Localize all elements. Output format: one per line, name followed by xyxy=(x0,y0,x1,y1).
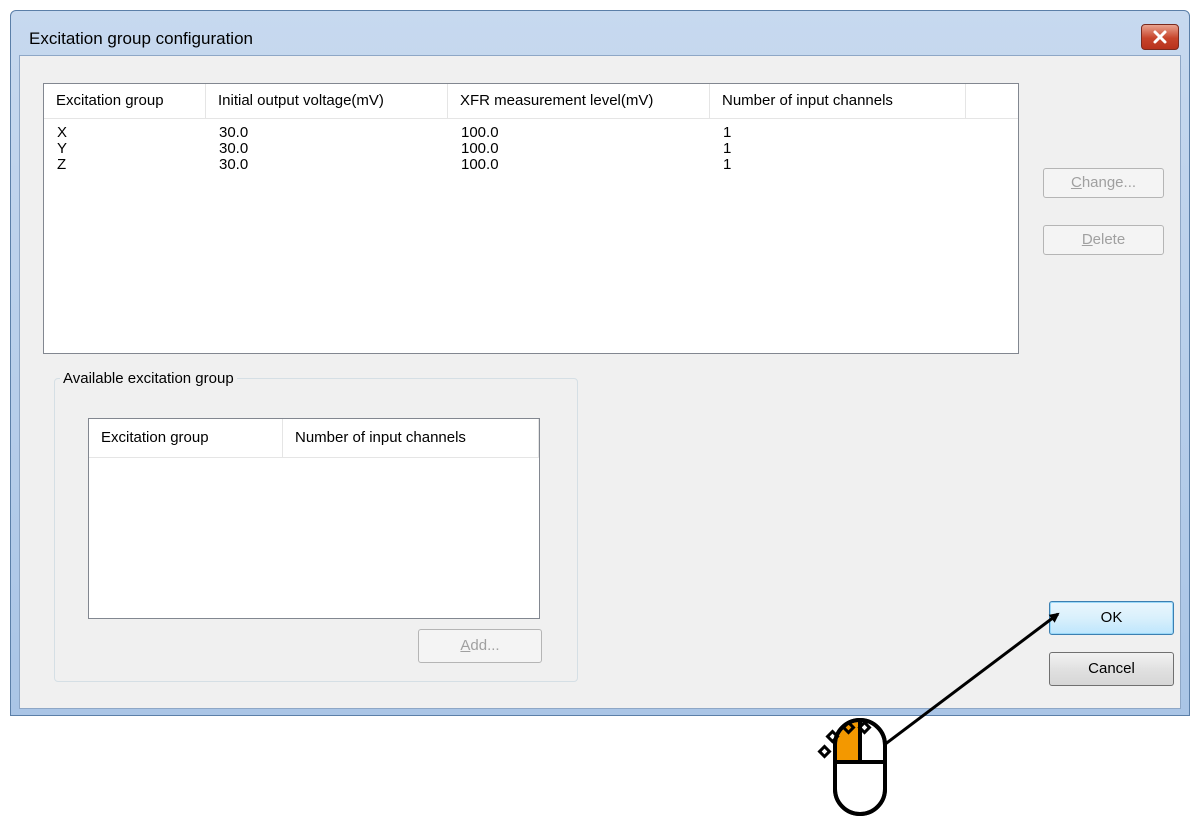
mouse-left-click-icon xyxy=(833,718,887,816)
pointer-arrow xyxy=(879,612,1060,750)
click-annotation-overlay xyxy=(817,612,1060,816)
